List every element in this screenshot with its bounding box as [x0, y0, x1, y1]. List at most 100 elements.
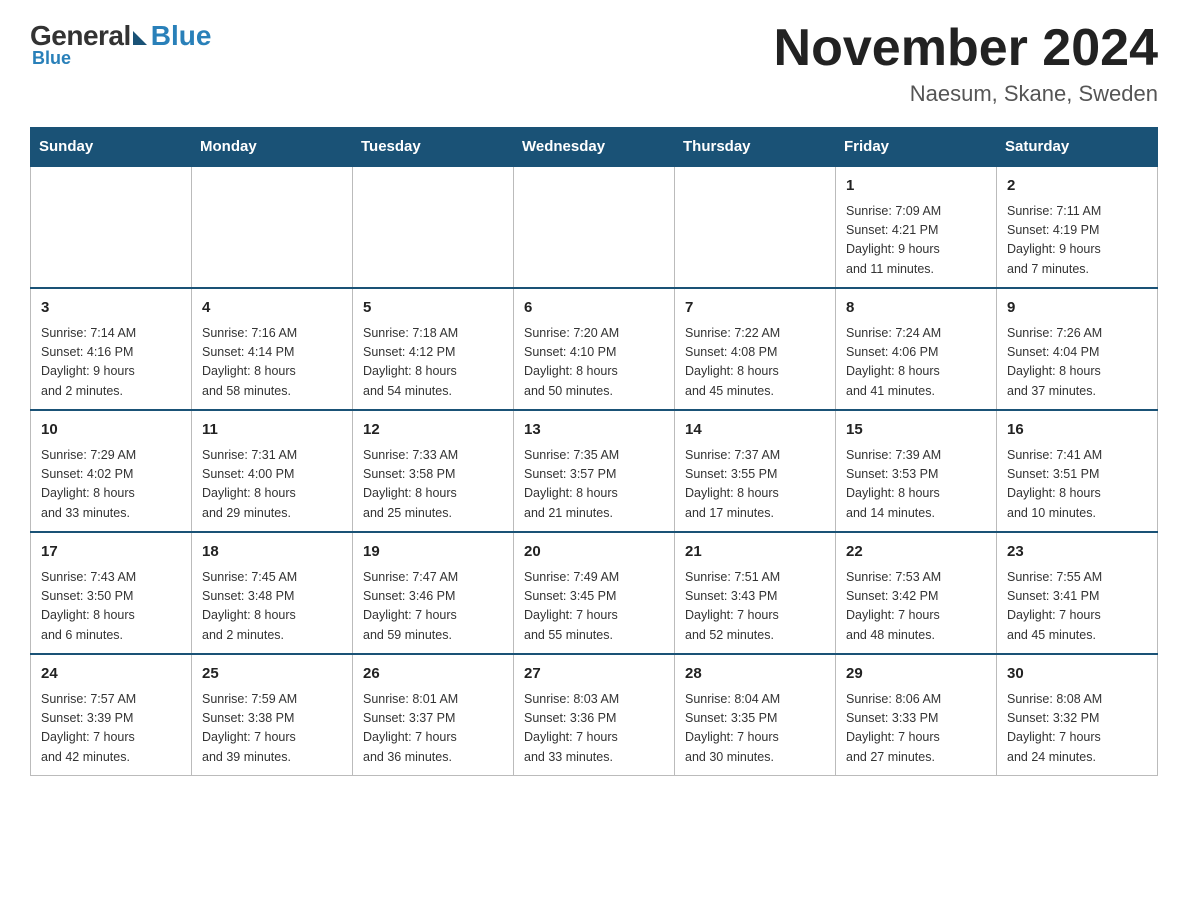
day-number: 4 — [202, 297, 342, 320]
day-info: Sunrise: 7:35 AM Sunset: 3:57 PM Dayligh… — [524, 446, 664, 524]
week-row-4: 17 Sunrise: 7:43 AM Sunset: 3:50 PM Dayli… — [31, 532, 1158, 654]
week-row-3: 10 Sunrise: 7:29 AM Sunset: 4:02 PM Dayli… — [31, 410, 1158, 532]
day-number: 8 — [846, 297, 986, 320]
day-info: Sunrise: 7:55 AM Sunset: 3:41 PM Dayligh… — [1007, 568, 1147, 646]
calendar-cell-week4-day2: 19 Sunrise: 7:47 AM Sunset: 3:46 PM Dayli… — [353, 532, 514, 654]
calendar-cell-week3-day0: 10 Sunrise: 7:29 AM Sunset: 4:02 PM Dayli… — [31, 410, 192, 532]
calendar-cell-week2-day4: 7 Sunrise: 7:22 AM Sunset: 4:08 PM Daylig… — [675, 288, 836, 410]
day-number: 22 — [846, 541, 986, 564]
calendar-cell-week1-day3 — [514, 166, 675, 288]
title-block: November 2024 Naesum, Skane, Sweden — [774, 20, 1158, 107]
calendar-cell-week2-day3: 6 Sunrise: 7:20 AM Sunset: 4:10 PM Daylig… — [514, 288, 675, 410]
weekday-header-row: SundayMondayTuesdayWednesdayThursdayFrid… — [31, 128, 1158, 167]
calendar-cell-week5-day6: 30 Sunrise: 8:08 AM Sunset: 3:32 PM Dayli… — [997, 654, 1158, 776]
day-info: Sunrise: 7:20 AM Sunset: 4:10 PM Dayligh… — [524, 324, 664, 402]
calendar-cell-week3-day1: 11 Sunrise: 7:31 AM Sunset: 4:00 PM Dayli… — [192, 410, 353, 532]
week-row-1: 1 Sunrise: 7:09 AM Sunset: 4:21 PM Daylig… — [31, 166, 1158, 288]
location-title: Naesum, Skane, Sweden — [774, 81, 1158, 107]
day-number: 10 — [41, 419, 181, 442]
day-info: Sunrise: 7:16 AM Sunset: 4:14 PM Dayligh… — [202, 324, 342, 402]
month-title: November 2024 — [774, 20, 1158, 77]
day-info: Sunrise: 7:09 AM Sunset: 4:21 PM Dayligh… — [846, 202, 986, 280]
calendar-cell-week2-day0: 3 Sunrise: 7:14 AM Sunset: 4:16 PM Daylig… — [31, 288, 192, 410]
weekday-header-tuesday: Tuesday — [353, 128, 514, 167]
day-info: Sunrise: 7:24 AM Sunset: 4:06 PM Dayligh… — [846, 324, 986, 402]
calendar-cell-week1-day2 — [353, 166, 514, 288]
logo-blue-text: Blue — [151, 20, 212, 52]
calendar-cell-week2-day2: 5 Sunrise: 7:18 AM Sunset: 4:12 PM Daylig… — [353, 288, 514, 410]
day-number: 6 — [524, 297, 664, 320]
day-info: Sunrise: 7:47 AM Sunset: 3:46 PM Dayligh… — [363, 568, 503, 646]
day-info: Sunrise: 7:18 AM Sunset: 4:12 PM Dayligh… — [363, 324, 503, 402]
day-number: 20 — [524, 541, 664, 564]
day-number: 12 — [363, 419, 503, 442]
calendar-cell-week4-day0: 17 Sunrise: 7:43 AM Sunset: 3:50 PM Dayli… — [31, 532, 192, 654]
calendar-cell-week3-day4: 14 Sunrise: 7:37 AM Sunset: 3:55 PM Dayli… — [675, 410, 836, 532]
day-info: Sunrise: 7:33 AM Sunset: 3:58 PM Dayligh… — [363, 446, 503, 524]
week-row-5: 24Sunrise: 7:57 AM Sunset: 3:39 PM Dayli… — [31, 654, 1158, 776]
day-info: Sunrise: 7:43 AM Sunset: 3:50 PM Dayligh… — [41, 568, 181, 646]
day-number: 23 — [1007, 541, 1147, 564]
day-number: 5 — [363, 297, 503, 320]
weekday-header-wednesday: Wednesday — [514, 128, 675, 167]
day-number: 25 — [202, 663, 342, 686]
day-info: Sunrise: 8:01 AM Sunset: 3:37 PM Dayligh… — [363, 690, 503, 768]
day-number: 21 — [685, 541, 825, 564]
day-info: Sunrise: 7:31 AM Sunset: 4:00 PM Dayligh… — [202, 446, 342, 524]
day-info: Sunrise: 7:59 AM Sunset: 3:38 PM Dayligh… — [202, 690, 342, 768]
calendar-cell-week4-day4: 21Sunrise: 7:51 AM Sunset: 3:43 PM Dayli… — [675, 532, 836, 654]
calendar-cell-week5-day2: 26Sunrise: 8:01 AM Sunset: 3:37 PM Dayli… — [353, 654, 514, 776]
day-info: Sunrise: 8:03 AM Sunset: 3:36 PM Dayligh… — [524, 690, 664, 768]
weekday-header-monday: Monday — [192, 128, 353, 167]
day-number: 16 — [1007, 419, 1147, 442]
day-info: Sunrise: 7:29 AM Sunset: 4:02 PM Dayligh… — [41, 446, 181, 524]
calendar-cell-week1-day6: 2 Sunrise: 7:11 AM Sunset: 4:19 PM Daylig… — [997, 166, 1158, 288]
logo-bottom-text: Blue — [30, 48, 71, 69]
day-number: 30 — [1007, 663, 1147, 686]
day-info: Sunrise: 7:53 AM Sunset: 3:42 PM Dayligh… — [846, 568, 986, 646]
day-number: 1 — [846, 175, 986, 198]
day-info: Sunrise: 8:08 AM Sunset: 3:32 PM Dayligh… — [1007, 690, 1147, 768]
calendar-cell-week5-day1: 25 Sunrise: 7:59 AM Sunset: 3:38 PM Dayli… — [192, 654, 353, 776]
calendar-cell-week5-day5: 29Sunrise: 8:06 AM Sunset: 3:33 PM Dayli… — [836, 654, 997, 776]
day-info: Sunrise: 7:11 AM Sunset: 4:19 PM Dayligh… — [1007, 202, 1147, 280]
day-info: Sunrise: 7:45 AM Sunset: 3:48 PM Dayligh… — [202, 568, 342, 646]
calendar-table: SundayMondayTuesdayWednesdayThursdayFrid… — [30, 127, 1158, 776]
weekday-header-thursday: Thursday — [675, 128, 836, 167]
logo-triangle-icon — [133, 31, 147, 45]
calendar-cell-week1-day1 — [192, 166, 353, 288]
weekday-header-saturday: Saturday — [997, 128, 1158, 167]
week-row-2: 3 Sunrise: 7:14 AM Sunset: 4:16 PM Daylig… — [31, 288, 1158, 410]
day-number: 18 — [202, 541, 342, 564]
day-number: 2 — [1007, 175, 1147, 198]
day-info: Sunrise: 7:41 AM Sunset: 3:51 PM Dayligh… — [1007, 446, 1147, 524]
calendar-cell-week1-day5: 1 Sunrise: 7:09 AM Sunset: 4:21 PM Daylig… — [836, 166, 997, 288]
calendar-cell-week2-day6: 9Sunrise: 7:26 AM Sunset: 4:04 PM Daylig… — [997, 288, 1158, 410]
day-number: 17 — [41, 541, 181, 564]
calendar-cell-week4-day5: 22 Sunrise: 7:53 AM Sunset: 3:42 PM Dayli… — [836, 532, 997, 654]
day-number: 13 — [524, 419, 664, 442]
day-info: Sunrise: 7:37 AM Sunset: 3:55 PM Dayligh… — [685, 446, 825, 524]
day-number: 28 — [685, 663, 825, 686]
day-number: 27 — [524, 663, 664, 686]
calendar-cell-week1-day4 — [675, 166, 836, 288]
day-number: 9 — [1007, 297, 1147, 320]
calendar-cell-week1-day0 — [31, 166, 192, 288]
weekday-header-friday: Friday — [836, 128, 997, 167]
calendar-cell-week4-day1: 18 Sunrise: 7:45 AM Sunset: 3:48 PM Dayli… — [192, 532, 353, 654]
day-number: 7 — [685, 297, 825, 320]
day-number: 19 — [363, 541, 503, 564]
day-number: 14 — [685, 419, 825, 442]
day-info: Sunrise: 7:22 AM Sunset: 4:08 PM Dayligh… — [685, 324, 825, 402]
page-header: General Blue Blue November 2024 Naesum, … — [30, 20, 1158, 107]
day-number: 15 — [846, 419, 986, 442]
calendar-cell-week3-day2: 12 Sunrise: 7:33 AM Sunset: 3:58 PM Dayli… — [353, 410, 514, 532]
day-info: Sunrise: 7:14 AM Sunset: 4:16 PM Dayligh… — [41, 324, 181, 402]
day-number: 11 — [202, 419, 342, 442]
calendar-cell-week4-day6: 23 Sunrise: 7:55 AM Sunset: 3:41 PM Dayli… — [997, 532, 1158, 654]
day-info: Sunrise: 7:57 AM Sunset: 3:39 PM Dayligh… — [41, 690, 181, 768]
logo: General Blue Blue — [30, 20, 211, 69]
day-number: 3 — [41, 297, 181, 320]
calendar-cell-week4-day3: 20Sunrise: 7:49 AM Sunset: 3:45 PM Dayli… — [514, 532, 675, 654]
calendar-cell-week3-day3: 13 Sunrise: 7:35 AM Sunset: 3:57 PM Dayli… — [514, 410, 675, 532]
